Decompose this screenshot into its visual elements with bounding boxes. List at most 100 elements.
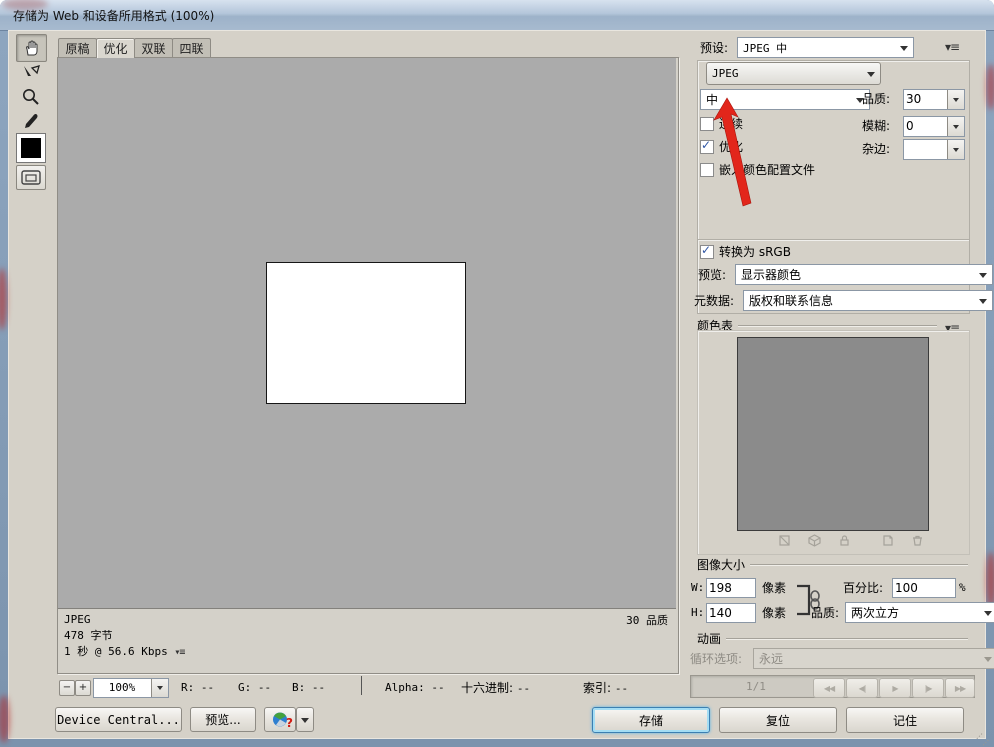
- slice-select-tool-button[interactable]: [16, 62, 45, 84]
- slices-visibility-icon: [21, 170, 41, 185]
- device-central-button[interactable]: Device Central...: [55, 707, 182, 732]
- zoom-level-combo[interactable]: 100%: [93, 678, 169, 698]
- download-speed-menu-icon[interactable]: ▾≡: [174, 647, 184, 658]
- hex-readout: 十六进制: --: [461, 681, 530, 696]
- matte-spinner[interactable]: [903, 139, 965, 160]
- width-input[interactable]: [709, 580, 749, 595]
- swatch-color: [21, 138, 41, 158]
- quality-label: 品质:: [862, 92, 890, 106]
- preview-mode-label: 预览:: [698, 268, 726, 282]
- header-rule: [738, 325, 937, 326]
- chevron-down-icon: [301, 718, 309, 727]
- preset-combo[interactable]: JPEG 中: [737, 37, 914, 58]
- remember-button[interactable]: 记住: [846, 707, 964, 733]
- reset-label: 复位: [766, 712, 790, 729]
- tab-optimized[interactable]: 优化: [96, 38, 135, 58]
- file-format-combo[interactable]: JPEG: [706, 62, 881, 85]
- file-format: JPEG: [64, 612, 184, 628]
- next-frame-icon: |▶: [925, 684, 932, 693]
- srgb-checkbox[interactable]: [700, 245, 714, 259]
- matte-label: 杂边:: [862, 142, 890, 156]
- previous-frame-icon: ◀|: [859, 684, 866, 693]
- first-frame-button: ◀◀: [813, 678, 845, 698]
- document-image: [266, 262, 466, 404]
- save-button[interactable]: 存储: [592, 707, 710, 733]
- plus-icon: +: [79, 683, 87, 693]
- previous-frame-button: ◀|: [846, 678, 878, 698]
- metadata-combo[interactable]: 版权和联系信息: [743, 290, 993, 311]
- chevron-down-icon: [157, 686, 163, 693]
- eyedropper-tool-button[interactable]: [16, 109, 45, 133]
- preview-mode-value: 显示器颜色: [741, 266, 801, 283]
- optimize-info: JPEG 478 字节 1 秒 @ 56.6 Kbps ▾≡: [64, 612, 184, 661]
- index-readout: 索引: --: [583, 681, 628, 696]
- reset-button[interactable]: 复位: [719, 707, 837, 733]
- quality-dropdown-button[interactable]: [947, 90, 964, 109]
- titlebar[interactable]: 存储为 Web 和设备所用格式 (100%): [0, 0, 994, 31]
- g-readout: G: --: [238, 681, 271, 695]
- blur-dropdown-button[interactable]: [947, 117, 964, 136]
- r-readout: R: --: [181, 681, 214, 695]
- last-frame-button: ▶▶: [945, 678, 975, 698]
- quality-input[interactable]: [906, 91, 946, 107]
- image-size-header: 图像大小: [697, 556, 968, 573]
- preview-panel: JPEG 478 字节 1 秒 @ 56.6 Kbps ▾≡ 30 品质: [57, 57, 679, 674]
- tab-label: 双联: [141, 40, 165, 57]
- browser-select-button[interactable]: ?: [264, 707, 296, 732]
- header-rule: [750, 564, 968, 565]
- percent-field[interactable]: [892, 578, 956, 598]
- tab-original[interactable]: 原稿: [58, 38, 97, 57]
- file-size: 478 字节: [64, 628, 184, 644]
- first-frame-icon: ◀◀: [824, 684, 834, 693]
- matte-dropdown-button[interactable]: [947, 140, 964, 159]
- blur-input[interactable]: [906, 118, 946, 134]
- eyedropper-color-swatch[interactable]: [16, 133, 46, 163]
- srgb-label: 转换为 sRGB: [719, 245, 791, 259]
- height-field[interactable]: [706, 603, 756, 623]
- chevron-down-icon: [953, 148, 959, 155]
- delete-color-icon[interactable]: [910, 533, 925, 548]
- animation-title: 动画: [697, 630, 721, 647]
- file-format-value: JPEG: [712, 67, 739, 80]
- new-color-icon[interactable]: [880, 533, 895, 548]
- chevron-down-icon: [867, 72, 875, 81]
- resample-quality-combo[interactable]: 两次立方: [845, 602, 994, 623]
- matte-input[interactable]: [906, 141, 946, 157]
- height-input[interactable]: [709, 605, 749, 620]
- zoom-tool-button[interactable]: [16, 85, 45, 108]
- blur-spinner[interactable]: [903, 116, 965, 137]
- hand-tool-button[interactable]: [16, 34, 47, 62]
- metadata-label: 元数据:: [694, 294, 734, 308]
- width-unit: 像素: [762, 581, 786, 595]
- zoom-out-button[interactable]: −: [59, 680, 75, 696]
- tab-4up[interactable]: 四联: [172, 38, 211, 57]
- chevron-down-icon: [900, 46, 908, 55]
- preview-button-label: 预览...: [205, 711, 240, 728]
- preview-mode-combo[interactable]: 显示器颜色: [735, 264, 993, 285]
- quality-spinner[interactable]: [903, 89, 965, 110]
- preset-value: JPEG 中: [743, 40, 787, 56]
- percent-input[interactable]: [895, 580, 949, 595]
- color-table-swatches[interactable]: [737, 337, 929, 531]
- zoom-level-dropdown-button[interactable]: [151, 679, 168, 697]
- toggle-slices-visibility-button[interactable]: [16, 165, 46, 190]
- preview-canvas[interactable]: [58, 58, 676, 609]
- eyedropper-icon: [21, 112, 40, 131]
- web-shift-cube-icon[interactable]: [807, 533, 822, 548]
- browser-dropdown-button[interactable]: [296, 707, 314, 732]
- snap-to-web-palette-icon[interactable]: [777, 533, 792, 548]
- statusbar-divider: [361, 676, 362, 695]
- lock-color-icon[interactable]: [837, 533, 852, 548]
- slice-select-icon: [21, 64, 41, 82]
- resize-grip[interactable]: ⋮⋮: [972, 730, 992, 747]
- tab-2up[interactable]: 双联: [134, 38, 173, 57]
- width-label: W:: [691, 581, 704, 595]
- percent-unit: %: [959, 581, 966, 595]
- preview-in-browser-button[interactable]: 预览...: [190, 707, 256, 732]
- width-field[interactable]: [706, 578, 756, 598]
- desktop-bleed: [0, 268, 7, 330]
- optimize-menu-icon[interactable]: ▾≡: [945, 40, 959, 54]
- download-time: 1 秒 @ 56.6 Kbps: [64, 645, 168, 658]
- resample-quality-label: 品质:: [811, 606, 839, 620]
- zoom-in-button[interactable]: +: [75, 680, 91, 696]
